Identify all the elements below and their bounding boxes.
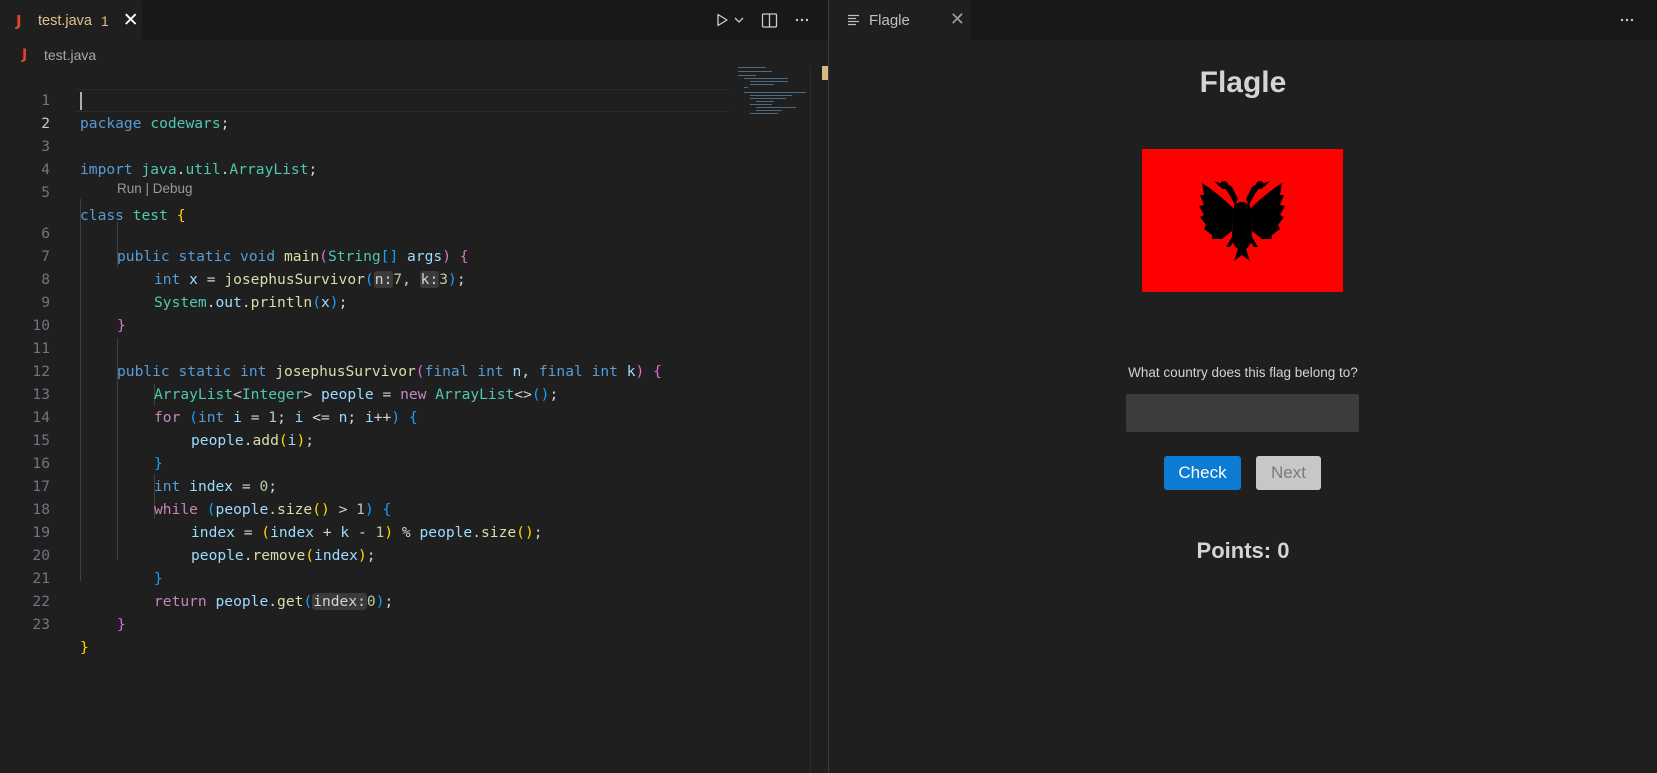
code-line: 1 package codewars;: [0, 66, 730, 132]
preview-icon: [847, 13, 863, 27]
code-line: 14 people.add(i);: [0, 383, 730, 449]
tab-title: Flagle: [869, 11, 910, 29]
webview-group: Flagle ✕ Flagle What country does this f…: [829, 0, 1657, 773]
code-line: 16 int index = 0;: [0, 429, 730, 495]
line-number: 23: [32, 616, 50, 633]
flagle-game: Flagle What country does this flag belon…: [829, 40, 1657, 773]
code-line: 11 public static int josephusSurvivor(fi…: [0, 314, 730, 380]
minimap[interactable]: [738, 66, 810, 116]
ellipsis-icon: [1620, 18, 1634, 22]
game-title: Flagle: [1199, 66, 1287, 99]
code-line: 21 return people.get(index:0);: [0, 544, 730, 610]
code-line: 15 }: [0, 406, 730, 472]
double-headed-eagle-icon: [1199, 181, 1285, 261]
code-line: 9 }: [0, 268, 730, 334]
code-line: 8 System.out.println(x);: [0, 245, 730, 311]
code-line: 6 public static void main(String[] args)…: [0, 199, 730, 265]
code-line: 10: [0, 291, 730, 334]
split-editor-icon: [761, 12, 778, 28]
code-line: 18 index = (index + k - 1) % people.size…: [0, 475, 730, 541]
more-actions-button[interactable]: [1619, 0, 1635, 40]
points-display: Points: 0: [1196, 538, 1290, 563]
code-line: 20 }: [0, 521, 730, 587]
split-editor-button[interactable]: [761, 12, 778, 29]
vertical-scrollbar[interactable]: [810, 66, 811, 773]
code-line: 22 }: [0, 567, 730, 633]
tab-flagle[interactable]: Flagle ✕: [829, 0, 971, 40]
close-tab-icon[interactable]: ✕: [950, 11, 965, 29]
code-line: 23 }: [0, 590, 730, 656]
answer-input[interactable]: [1126, 394, 1359, 432]
next-button[interactable]: Next: [1256, 456, 1321, 490]
code-line: 19 people.remove(index);: [0, 498, 730, 564]
webview-tabbar: Flagle ✕: [829, 0, 1657, 40]
question-text: What country does this flag belong to?: [1128, 365, 1358, 380]
code-line: 5 class test {: [0, 158, 730, 224]
code-line: 7 int x = josephusSurvivor(n:7, k:3);: [0, 222, 730, 288]
check-button[interactable]: Check: [1164, 456, 1241, 490]
editor-group: J test.java 1 ✕ J test.java Run | Debug: [0, 0, 828, 773]
code-line: 13 for (int i = 1; i <= n; i++) {: [0, 360, 730, 426]
code-line: 2: [0, 89, 730, 132]
more-actions-button[interactable]: [794, 12, 810, 28]
flag-image: [1142, 149, 1343, 292]
code-line: 3 import java.util.ArrayList;: [0, 112, 730, 178]
code-line: 12 ArrayList<Integer> people = new Array…: [0, 337, 730, 403]
chevron-down-icon[interactable]: [733, 12, 745, 28]
code-editor[interactable]: 1 package codewars; 2 3 import java.util…: [0, 0, 730, 690]
code-line: 17 while (people.size() > 1) {: [0, 452, 730, 518]
ellipsis-icon: [795, 18, 809, 22]
code-line: 4: [0, 135, 730, 178]
